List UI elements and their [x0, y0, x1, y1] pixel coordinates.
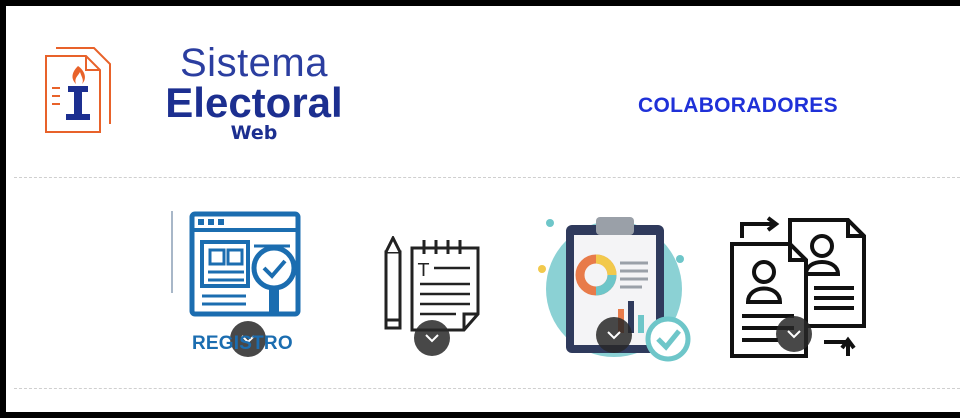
card-profiles[interactable]: [728, 216, 868, 361]
divider-line: [171, 211, 173, 293]
logo-line-web: Web: [230, 122, 278, 144]
header-divider: [14, 177, 960, 178]
chevron-down-icon: [787, 330, 801, 339]
card-notes[interactable]: T: [378, 236, 488, 361]
card-reports[interactable]: [534, 211, 694, 366]
content-divider: [14, 388, 960, 389]
chevron-down-icon: [607, 331, 621, 340]
app-window: Sistema Electoral Web COLABORADORES REGI…: [0, 0, 960, 418]
site-logo[interactable]: Sistema Electoral Web: [149, 42, 359, 157]
logo-line-sistema: Sistema: [180, 41, 328, 85]
site-header: Sistema Electoral Web COLABORADORES: [6, 6, 960, 171]
logo-line-electoral: Electoral: [165, 79, 343, 126]
torch-document-icon: [45, 47, 111, 133]
chevron-down-icon: [425, 334, 439, 343]
registration-browser-icon: [189, 211, 301, 317]
nav-link-colaboradores[interactable]: COLABORADORES: [638, 94, 838, 118]
svg-text:T: T: [417, 260, 430, 281]
expand-chevron-button[interactable]: [776, 316, 812, 352]
expand-chevron-button[interactable]: [596, 317, 632, 353]
expand-chevron-button[interactable]: [414, 320, 450, 356]
card-label-registro: REGISTRO: [192, 333, 293, 354]
